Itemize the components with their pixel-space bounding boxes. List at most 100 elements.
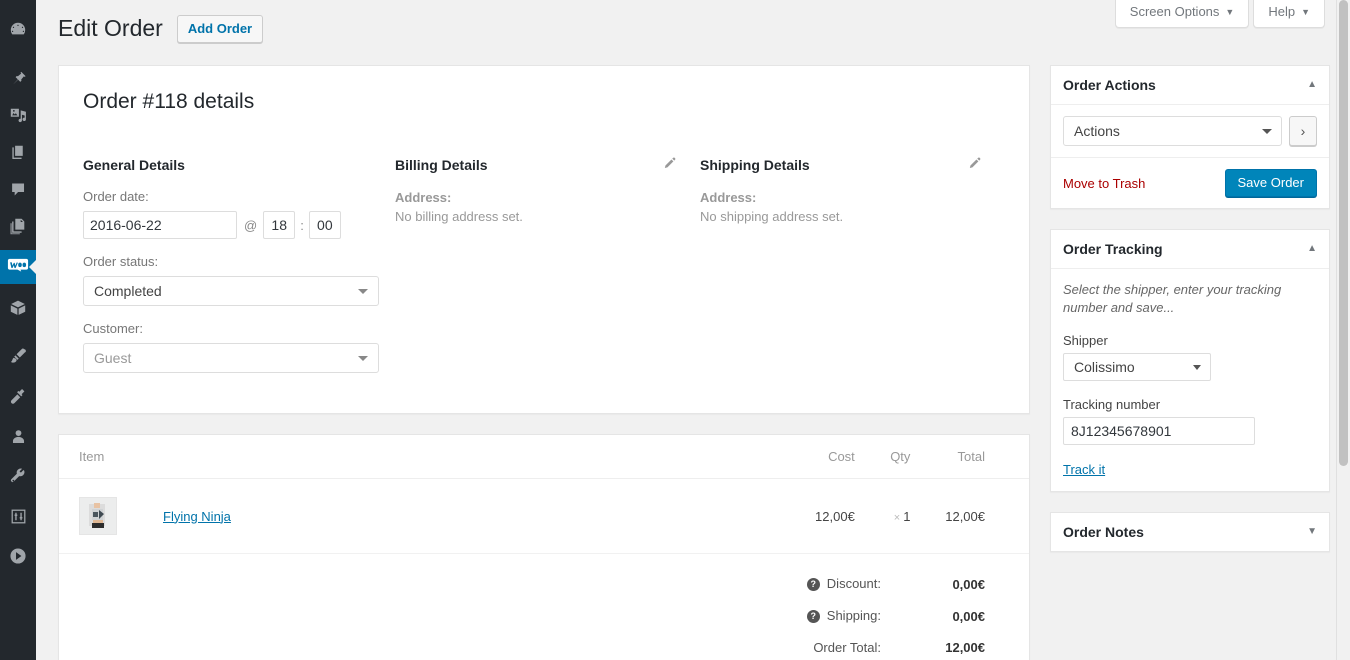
shipping-label-cell: ? Shipping:: [806, 600, 907, 632]
time-separator: :: [300, 217, 304, 233]
item-cell: Flying Ninja: [59, 478, 772, 554]
side-column: Order Actions ▲ Actions › Move to Trash: [1050, 65, 1330, 572]
sidebar-item-woocommerce[interactable]: [0, 250, 37, 284]
billing-address-label: Address:: [395, 190, 452, 205]
chevron-down-icon: ▼: [1301, 7, 1310, 17]
billing-details-column: Billing Details Address: No billing addr…: [395, 156, 700, 387]
order-notes-title: Order Notes: [1063, 524, 1144, 540]
order-action-select[interactable]: Actions: [1063, 116, 1282, 146]
shipper-value: Colissimo: [1074, 359, 1135, 375]
item-qty: × 1: [866, 478, 923, 554]
order-status-label: Order status:: [83, 254, 159, 269]
discount-label-cell: ? Discount:: [806, 568, 907, 600]
shipping-amount: 0,00€: [952, 608, 985, 624]
admin-sidebar: [0, 0, 37, 660]
chevron-down-icon: [358, 289, 368, 294]
column-header-total: Total: [922, 435, 1029, 479]
add-order-button[interactable]: Add Order: [176, 14, 264, 43]
save-order-button[interactable]: Save Order: [1224, 169, 1317, 197]
sidebar-item-dashboard[interactable]: [0, 13, 36, 47]
help-button[interactable]: Help ▼: [1253, 0, 1325, 28]
order-date-label: Order date:: [83, 189, 149, 204]
sidebar-item-users[interactable]: [0, 419, 36, 453]
order-notes-header[interactable]: Order Notes ▼: [1051, 513, 1329, 551]
chevron-down-icon[interactable]: ▼: [1307, 527, 1317, 537]
sidebar-item-settings[interactable]: [0, 499, 36, 533]
user-icon: [10, 428, 27, 445]
shipping-address-value: No shipping address set.: [700, 209, 844, 224]
sidebar-item-tools[interactable]: [0, 459, 36, 493]
order-items-table: Item Cost Qty Total Flying Ninja 12,00€ …: [59, 435, 1029, 554]
brush-icon: [9, 347, 27, 365]
order-major-actions: Move to Trash Save Order: [1051, 158, 1329, 208]
page-title: Edit Order: [58, 15, 163, 41]
sidebar-item-comments[interactable]: [0, 172, 36, 206]
tracking-description: Select the shipper, enter your tracking …: [1063, 282, 1282, 315]
scrollbar-thumb[interactable]: [1339, 0, 1348, 466]
sidebar-item-pages[interactable]: [0, 135, 36, 169]
shipping-details-column: Shipping Details Address: No shipping ad…: [700, 156, 1005, 387]
sidebar-item-plugins[interactable]: [0, 379, 36, 413]
billing-address-value: No billing address set.: [395, 209, 523, 224]
tracking-number-input[interactable]: [1063, 417, 1255, 445]
screen-options-label: Screen Options: [1129, 4, 1220, 19]
move-to-trash-link[interactable]: Move to Trash: [1063, 176, 1145, 191]
at-symbol: @: [244, 217, 258, 233]
chevron-down-icon: [358, 356, 368, 361]
chevron-down-icon: [1193, 365, 1201, 370]
shipping-address-label: Address:: [700, 190, 757, 205]
box-icon: [9, 299, 27, 317]
order-data-panel: Order #118 details General Details Order…: [58, 65, 1030, 414]
total-row-shipping: ? Shipping: 0,00€: [806, 600, 985, 632]
order-minute-input[interactable]: [308, 211, 341, 239]
chevron-up-icon[interactable]: ▲: [1307, 80, 1317, 90]
comment-icon: [10, 181, 27, 198]
order-hour-input[interactable]: [263, 211, 296, 239]
post-stuff: Order #118 details General Details Order…: [58, 65, 1336, 660]
help-label: Help: [1268, 4, 1296, 19]
sidebar-item-posts[interactable]: [0, 61, 36, 95]
order-actions-row: Actions ›: [1051, 105, 1329, 158]
shipper-select[interactable]: Colissimo: [1063, 353, 1211, 381]
collapse-icon: [9, 547, 27, 565]
sidebar-item-products[interactable]: [0, 291, 36, 325]
total-row-discount: ? Discount: 0,00€: [806, 568, 985, 600]
page-scrollbar[interactable]: [1336, 0, 1350, 660]
edit-billing-pencil-icon[interactable]: [662, 156, 678, 172]
help-icon[interactable]: ?: [806, 578, 820, 591]
apply-action-button[interactable]: ›: [1289, 116, 1317, 146]
sidebar-item-media[interactable]: [0, 98, 36, 132]
edit-shipping-pencil-icon[interactable]: [967, 156, 983, 172]
order-date-row: @ :: [83, 211, 375, 239]
chevron-down-icon: [1262, 129, 1272, 134]
order-status-select[interactable]: Completed: [83, 276, 379, 306]
tracking-number-label: Tracking number: [1063, 397, 1161, 412]
page-body: Screen Options ▼ Help ▼ Edit Order Add Ord…: [36, 0, 1350, 660]
order-tracking-panel: Order Tracking ▲ Select the shipper, ent…: [1050, 229, 1330, 492]
help-icon[interactable]: ?: [806, 610, 820, 623]
order-tracking-header[interactable]: Order Tracking ▲: [1051, 230, 1329, 269]
order-actions-header[interactable]: Order Actions ▲: [1051, 66, 1329, 105]
chevron-up-icon[interactable]: ▲: [1307, 244, 1317, 254]
chevron-down-icon: ▼: [1225, 7, 1235, 17]
sidebar-item-appearance[interactable]: [0, 339, 36, 373]
column-header-qty: Qty: [866, 435, 923, 479]
order-items-body: Flying Ninja 12,00€ × 1 12,00€: [59, 478, 1029, 554]
order-action-value: Actions: [1074, 123, 1120, 139]
sidebar-item-collapse[interactable]: [0, 539, 36, 573]
sidebar-item-portfolio[interactable]: [0, 209, 36, 243]
order-details-heading: Order #118 details: [83, 90, 255, 113]
order-totals-table: ? Discount: 0,00€ ? Shipping: 0,00€ Orde…: [806, 568, 985, 660]
order-total-label: Order Total:: [813, 640, 881, 655]
product-name-link[interactable]: Flying Ninja: [163, 509, 231, 524]
screen-options-button[interactable]: Screen Options ▼: [1114, 0, 1250, 28]
track-it-link[interactable]: Track it: [1063, 462, 1105, 477]
item-total: 12,00€: [922, 478, 1029, 554]
customer-select[interactable]: Guest: [83, 343, 379, 373]
order-items-panel: Item Cost Qty Total Flying Ninja 12,00€ …: [58, 434, 1030, 660]
table-row: Flying Ninja 12,00€ × 1 12,00€: [59, 478, 1029, 554]
order-date-input[interactable]: [83, 211, 237, 239]
order-actions-panel: Order Actions ▲ Actions › Move to Trash: [1050, 65, 1330, 209]
post-body: Order #118 details General Details Order…: [58, 65, 1336, 660]
plug-icon: [9, 387, 27, 405]
